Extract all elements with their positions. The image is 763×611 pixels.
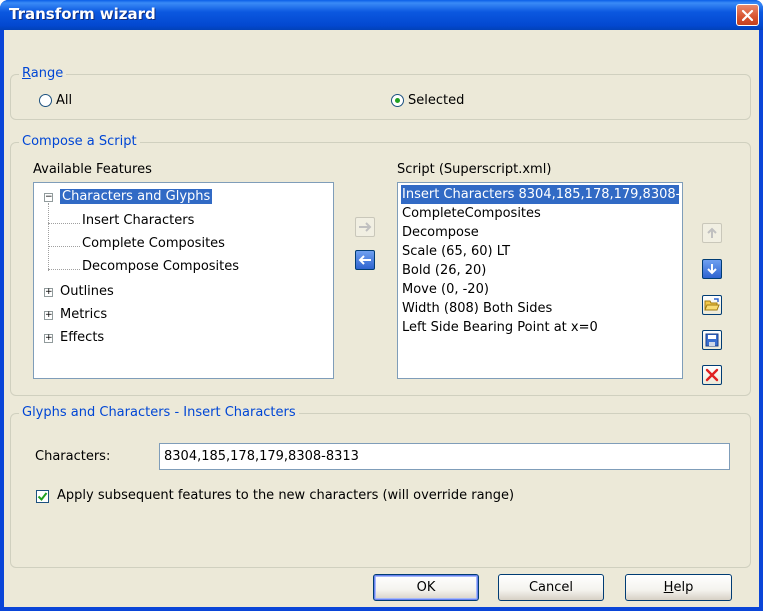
transform-wizard-window: Transform wizard Range All Selected Comp… [0, 0, 763, 611]
script-item[interactable]: Decompose [402, 223, 479, 242]
open-folder-icon [704, 298, 720, 311]
remove-arrow-left-icon [358, 255, 371, 265]
script-item[interactable]: Scale (65, 60) LT [402, 242, 510, 261]
close-icon [741, 9, 754, 21]
range-legend: Range [19, 66, 67, 82]
radio-selected[interactable]: Selected [391, 93, 464, 108]
delete-script-item-button[interactable] [702, 365, 722, 385]
radio-all-label: All [56, 93, 73, 108]
expand-toggle-icon[interactable]: + [44, 334, 53, 343]
delete-x-icon [705, 368, 719, 382]
tree-item-complete-composites[interactable]: Complete Composites [82, 235, 225, 253]
tree-item-outlines[interactable]: Outlines [60, 283, 114, 301]
window-title: Transform wizard [9, 5, 156, 23]
script-label: Script (Superscript.xml) [397, 162, 552, 177]
remove-feature-button[interactable] [355, 250, 375, 270]
radio-selected-label: Selected [408, 93, 465, 108]
script-item[interactable]: Width (808) Both Sides [402, 299, 552, 318]
cancel-button[interactable]: Cancel [498, 574, 604, 601]
insert-characters-group: Glyphs and Characters - Insert Character… [10, 405, 751, 568]
available-features-tree[interactable]: − Characters and Glyphs Insert Character… [33, 182, 334, 379]
move-up-icon [707, 227, 717, 238]
script-item[interactable]: Left Side Bearing Point at x=0 [402, 318, 598, 337]
script-list[interactable]: Insert Characters 8304,185,178,179,8308-… [397, 182, 683, 379]
insert-characters-legend: Glyphs and Characters - Insert Character… [19, 405, 299, 421]
script-item[interactable]: Move (0, -20) [402, 280, 489, 299]
title-bar[interactable]: Transform wizard [0, 0, 763, 30]
move-down-icon [707, 264, 717, 275]
move-up-button[interactable] [702, 223, 722, 243]
characters-input[interactable]: 8304,185,178,179,8308-8313 [159, 443, 730, 470]
tree-item-decompose-composites[interactable]: Decompose Composites [82, 258, 239, 276]
move-down-button[interactable] [702, 259, 722, 279]
expand-toggle-icon[interactable]: + [44, 288, 53, 297]
open-script-button[interactable] [702, 295, 722, 315]
add-feature-button[interactable] [355, 217, 375, 237]
collapse-toggle-icon[interactable]: − [44, 193, 53, 202]
add-arrow-right-icon [359, 222, 372, 232]
tree-item-metrics[interactable]: Metrics [60, 306, 107, 324]
checkmark-icon [37, 492, 48, 502]
dialog-client-area: Range All Selected Compose a Script Avai… [4, 30, 759, 607]
radio-selected-circle [391, 94, 404, 107]
expand-toggle-icon[interactable]: + [44, 311, 53, 320]
script-item[interactable]: Bold (26, 20) [402, 261, 486, 280]
available-features-label: Available Features [33, 162, 152, 177]
close-button[interactable] [736, 4, 759, 26]
tree-item-insert-characters[interactable]: Insert Characters [82, 212, 194, 230]
save-disk-icon [705, 333, 719, 347]
compose-script-group: Compose a Script Available Features − Ch… [10, 134, 751, 396]
tree-item-characters-and-glyphs[interactable]: Characters and Glyphs [60, 188, 213, 206]
radio-all[interactable]: All [39, 93, 72, 108]
script-item[interactable]: CompleteComposites [402, 204, 541, 223]
apply-subsequent-label[interactable]: Apply subsequent features to the new cha… [57, 488, 514, 503]
characters-label: Characters: [35, 449, 111, 464]
radio-all-circle [39, 94, 52, 107]
help-button[interactable]: Help [625, 574, 732, 601]
apply-subsequent-checkbox[interactable] [36, 490, 49, 503]
script-item[interactable]: Insert Characters 8304,185,178,179,8308-… [401, 185, 679, 204]
compose-legend: Compose a Script [19, 134, 140, 150]
save-script-button[interactable] [702, 330, 722, 350]
tree-item-effects[interactable]: Effects [60, 329, 104, 347]
range-group: Range All Selected [10, 66, 751, 120]
ok-button[interactable]: OK [373, 574, 479, 601]
